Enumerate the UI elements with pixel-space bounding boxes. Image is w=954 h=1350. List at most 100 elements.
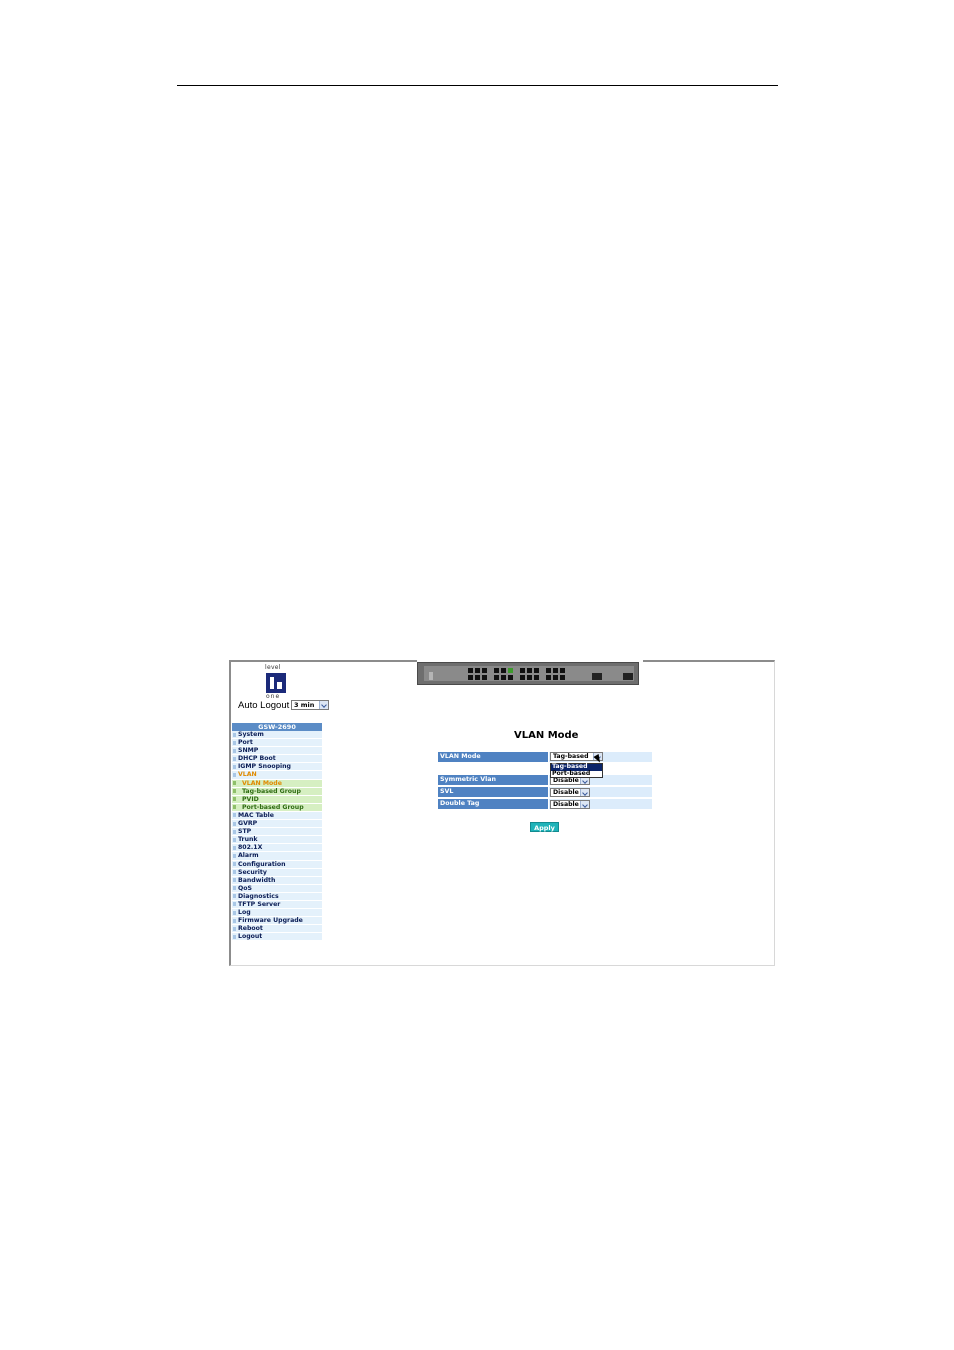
ethernet-port — [520, 668, 525, 673]
sidebar-item[interactable]: Reboot — [232, 925, 322, 934]
sidebar-item-label: IGMP Snooping — [238, 763, 291, 771]
bullet-icon — [233, 821, 236, 826]
sidebar-item-label: TFTP Server — [238, 900, 281, 908]
sidebar-item[interactable]: DHCP Boot — [232, 755, 322, 764]
bullet-icon — [233, 910, 236, 915]
sidebar-item[interactable]: IGMP Snooping — [232, 763, 322, 772]
sidebar-item-label: SNMP — [238, 747, 259, 755]
sidebar-item-label: Logout — [238, 933, 263, 941]
sfp-port — [623, 673, 633, 680]
sidebar-item[interactable]: Log — [232, 909, 322, 918]
double-tag-select[interactable]: Disable — [550, 800, 590, 809]
chevron-down-icon[interactable] — [580, 801, 589, 808]
ethernet-port — [475, 675, 480, 680]
sidebar-item-label: Reboot — [238, 925, 263, 933]
sidebar-item[interactable]: Security — [232, 868, 322, 877]
bullet-icon — [233, 805, 236, 810]
bullet-icon — [233, 926, 236, 931]
sidebar-item-label: 802.1X — [238, 844, 263, 852]
sidebar-item[interactable]: Port-based Group — [232, 803, 322, 812]
sidebar-item-label: Trunk — [238, 836, 258, 844]
auto-logout-select[interactable]: 3 min — [291, 700, 329, 710]
bullet-icon — [233, 829, 236, 834]
sidebar-item[interactable]: VLAN Mode — [232, 779, 322, 788]
sidebar-item-label: VLAN Mode — [242, 779, 282, 787]
sidebar-item-label: Security — [238, 868, 267, 876]
vlan-mode-label: VLAN Mode — [438, 752, 548, 762]
sidebar-item[interactable]: GVRP — [232, 820, 322, 829]
sidebar-item[interactable]: 802.1X — [232, 844, 322, 853]
sidebar-item[interactable]: Firmware Upgrade — [232, 917, 322, 926]
sidebar-item[interactable]: Tag-based Group — [232, 787, 322, 796]
auto-logout-label: Auto Logout — [238, 700, 290, 711]
switch-front-panel-image — [417, 662, 639, 685]
bullet-icon — [233, 853, 236, 858]
sidebar-item[interactable]: PVID — [232, 795, 322, 804]
ethernet-port — [546, 668, 551, 673]
sidebar-item[interactable]: Port — [232, 739, 322, 748]
ethernet-port — [508, 675, 513, 680]
bullet-icon — [233, 764, 236, 769]
bullet-icon — [233, 934, 236, 939]
sidebar-item-label: Port-based Group — [242, 803, 304, 811]
ethernet-port — [468, 668, 473, 673]
sidebar-item-label: DHCP Boot — [238, 755, 276, 763]
bullet-icon — [233, 837, 236, 842]
sidebar-item[interactable]: Logout — [232, 933, 322, 942]
sidebar-item[interactable]: MAC Table — [232, 811, 322, 821]
logo-top-text: level — [265, 664, 281, 671]
vlan-mode-value: Tag-based — [553, 753, 589, 760]
ethernet-port — [560, 668, 565, 673]
bullet-icon — [233, 797, 236, 802]
bullet-icon — [233, 902, 236, 907]
sidebar-item[interactable]: QoS — [232, 884, 322, 893]
menu-header: GSW-2690 — [232, 723, 322, 731]
chevron-down-icon[interactable] — [580, 789, 589, 796]
sidebar-menu: GSW-2690 System Port SNMP DHCP Boot IGMP Sno… — [232, 723, 322, 942]
sidebar-item[interactable]: Alarm — [232, 852, 322, 861]
bullet-icon — [233, 748, 236, 753]
ethernet-port — [534, 668, 539, 673]
sidebar-item[interactable]: TFTP Server — [232, 900, 322, 910]
sidebar-item[interactable]: SNMP — [232, 747, 322, 756]
levelone-logo: level one — [265, 664, 289, 700]
sidebar-item-label: VLAN — [238, 771, 257, 779]
dropdown-option-port-based[interactable]: Port-based — [551, 770, 602, 778]
sidebar-item-label: System — [238, 731, 264, 738]
sidebar-item[interactable]: Configuration — [232, 860, 322, 869]
sidebar-item[interactable]: System — [232, 731, 322, 740]
ethernet-port — [501, 668, 506, 673]
sidebar-item-label: Firmware Upgrade — [238, 917, 303, 925]
sidebar-item[interactable]: Trunk — [232, 836, 322, 845]
sidebar-item[interactable]: Bandwidth — [232, 876, 322, 885]
bullet-icon — [233, 772, 236, 777]
double-tag-label: Double Tag — [438, 799, 548, 809]
sidebar-item-label: QoS — [238, 884, 252, 892]
auto-logout-value: 3 min — [294, 701, 315, 709]
ethernet-port — [546, 675, 551, 680]
svl-value: Disable — [553, 789, 579, 796]
bullet-icon — [233, 886, 236, 891]
sidebar-item-label: Alarm — [238, 852, 259, 860]
symmetric-vlan-value: Disable — [553, 777, 579, 784]
svl-select[interactable]: Disable — [550, 788, 590, 797]
bullet-icon — [233, 878, 236, 883]
sidebar-item-label: MAC Table — [238, 811, 274, 819]
sidebar-item[interactable]: Diagnostics — [232, 892, 322, 901]
sidebar-item[interactable]: STP — [232, 828, 322, 837]
sidebar-item-label: PVID — [242, 795, 259, 803]
svl-label: SVL — [438, 787, 548, 797]
bullet-icon — [233, 845, 236, 850]
sidebar-item-label: Log — [238, 909, 251, 917]
bullet-icon — [233, 789, 236, 794]
chevron-down-icon[interactable] — [319, 701, 328, 709]
ethernet-port — [527, 675, 532, 680]
chevron-down-icon[interactable] — [580, 777, 589, 784]
ethernet-port — [520, 675, 525, 680]
sidebar-item[interactable]: VLAN — [232, 771, 322, 780]
bullet-icon — [233, 862, 236, 866]
ethernet-port — [482, 675, 487, 680]
apply-button[interactable]: Apply — [530, 822, 559, 832]
ethernet-port — [553, 675, 558, 680]
sidebar-item-label: Tag-based Group — [242, 787, 301, 795]
